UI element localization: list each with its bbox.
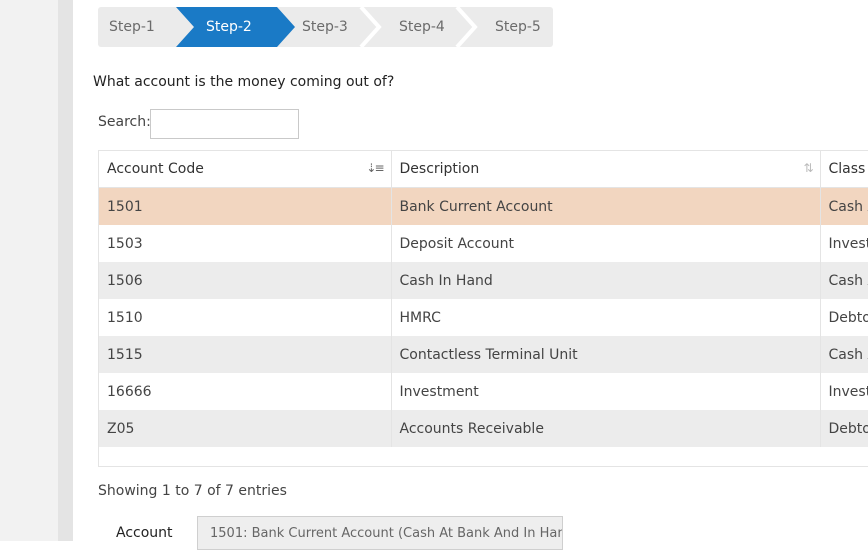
column-header-account-code[interactable]: Account Code ⇣≡ [99,151,392,188]
cell-code: Z05 [99,410,392,447]
table-row[interactable]: 1510HMRCDebtors [99,299,868,336]
table-row[interactable]: 1503Deposit AccountInvestments [99,225,868,262]
wizard-step-label: Step-4 [399,19,445,35]
cell-description: Deposit Account [391,225,821,262]
step-separator [359,7,382,47]
cell-description: Cash In Hand [391,262,821,299]
wizard-step-label: Step-1 [109,19,155,35]
cell-code: 1503 [99,225,392,262]
wizard-step-5[interactable]: Step-5 [495,7,541,47]
cell-description: Investment [391,373,821,410]
account-value-field: 1501: Bank Current Account (Cash At Bank… [197,516,563,550]
column-header-class[interactable]: Class [820,151,868,188]
sort-icon: ⇅ [803,161,813,175]
search-input[interactable] [150,109,299,139]
cell-description: Contactless Terminal Unit [391,336,821,373]
question-text: What account is the money coming out of? [93,74,395,90]
cell-code: 16666 [99,373,392,410]
table-row[interactable]: 1506Cash In HandCash At Bank And In Hand [99,262,868,299]
cell-class: Cash At Bank And In Hand [820,336,868,373]
wizard-step-label: Step-2 [206,19,252,35]
wizard-step-3[interactable]: Step-3 [302,7,348,47]
cell-class: Debtors [820,410,868,447]
cell-class: Investments [820,373,868,410]
accounts-table: Account Code ⇣≡ Description ⇅ Class 1501… [98,150,868,467]
cell-class: Cash At Bank And In Hand [820,187,868,225]
cell-code: 1515 [99,336,392,373]
cell-description: Bank Current Account [391,187,821,225]
column-header-description[interactable]: Description ⇅ [391,151,821,188]
table-header-row: Account Code ⇣≡ Description ⇅ Class [99,151,868,188]
search-label: Search: [98,114,151,130]
wizard-step-4[interactable]: Step-4 [399,7,445,47]
column-label: Account Code [107,161,204,177]
sort-amount-down-icon: ⇣≡ [366,161,384,175]
step-separator [455,7,478,47]
account-label: Account [116,525,173,541]
table-row[interactable]: 16666InvestmentInvestments [99,373,868,410]
cell-class: Debtors [820,299,868,336]
cell-code: 1510 [99,299,392,336]
cell-class: Investments [820,225,868,262]
left-rail [0,0,73,541]
wizard-step-label: Step-3 [302,19,348,35]
wizard-steps: Step-1 Step-2 Step-3 Step-4 Step-5 [98,7,553,47]
column-label: Description [399,161,480,177]
table-row[interactable]: 1515Contactless Terminal UnitCash At Ban… [99,336,868,373]
cell-class: Cash At Bank And In Hand [820,262,868,299]
cell-description: Accounts Receivable [391,410,821,447]
cell-code: 1501 [99,187,392,225]
cell-description: HMRC [391,299,821,336]
column-label: Class [828,161,866,177]
table-row[interactable]: Z05Accounts ReceivableDebtors [99,410,868,447]
wizard-step-label: Step-5 [495,19,541,35]
cell-code: 1506 [99,262,392,299]
wizard-step-2[interactable]: Step-2 [206,7,252,47]
table-info: Showing 1 to 7 of 7 entries [98,483,287,499]
table-row[interactable]: 1501Bank Current AccountCash At Bank And… [99,187,868,225]
wizard-step-1[interactable]: Step-1 [109,7,155,47]
